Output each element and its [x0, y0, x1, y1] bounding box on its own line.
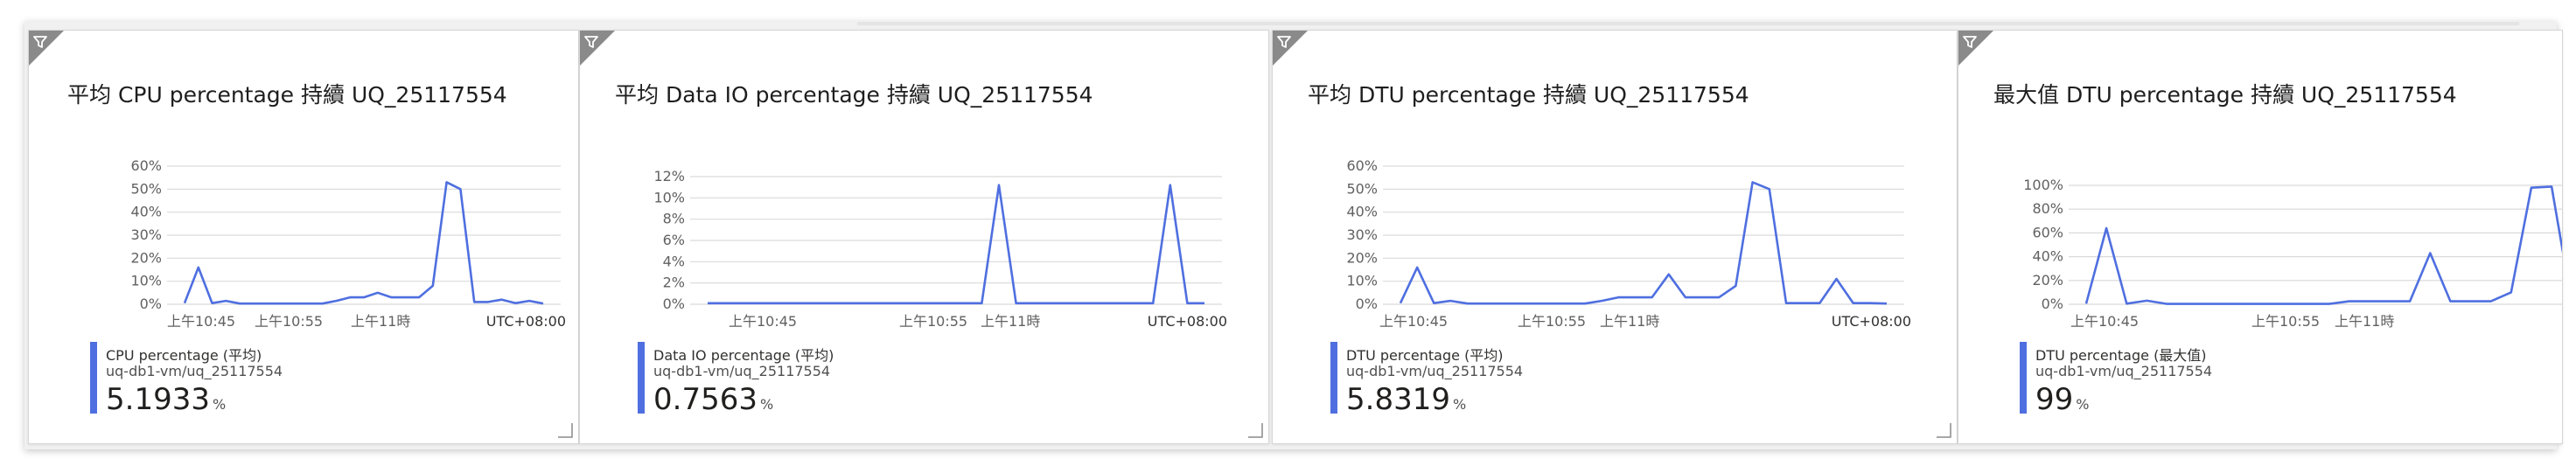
summary-unit: %: [2076, 396, 2090, 413]
y-tick-label: 30%: [1346, 226, 1378, 243]
x-tick-label: 上午10:55: [899, 313, 967, 330]
resize-grip-icon[interactable]: [1247, 422, 1263, 438]
y-tick-label: 40%: [1346, 204, 1378, 220]
legend-series-name: Data IO percentage (平均): [653, 347, 834, 364]
legend-summary-value: 5.1933%: [106, 382, 226, 417]
y-tick-label: 8%: [663, 211, 685, 227]
y-tick-label: 10%: [1346, 273, 1378, 289]
timezone-label: UTC+08:00: [1832, 313, 1911, 330]
chart-legend[interactable]: DTU percentage (最大值) uq-db1-vm/uq_2511755…: [2020, 342, 2545, 440]
y-tick-label: 0%: [663, 296, 685, 312]
legend-resource-name: uq-db1-vm/uq_25117554: [2035, 363, 2213, 379]
dashboard-top-divider: [857, 22, 2519, 25]
x-tick-label: 上午11時: [981, 313, 1040, 330]
legend-summary-value: 99%: [2035, 382, 2089, 417]
x-tick-label: 上午10:45: [2070, 313, 2139, 330]
legend-summary-value: 5.8319%: [1346, 382, 1466, 417]
y-tick-label: 2%: [663, 275, 685, 291]
series-line[interactable]: [183, 181, 544, 305]
legend-series-name: DTU percentage (平均): [1346, 347, 1504, 364]
y-tick-label: 20%: [130, 249, 162, 266]
summary-unit: %: [759, 396, 774, 413]
y-tick-label: 10%: [130, 273, 162, 289]
line-chart: 0% 20% 40% 60% 80% 100% 上午10:45 上午10:55 上午11時: [2023, 177, 2562, 330]
x-tick-label: 上午10:45: [167, 313, 235, 330]
chart-legend[interactable]: Data IO percentage (平均) uq-db1-vm/uq_2511…: [638, 342, 1251, 440]
timezone-label: UTC+08:00: [1148, 313, 1227, 330]
y-tick-label: 80%: [2032, 200, 2063, 217]
y-tick-label: 60%: [1346, 157, 1378, 174]
x-tick-label: 上午11時: [1600, 313, 1659, 330]
line-chart: 0% 2% 4% 6% 8% 10% 12% 上午10:45 上午10:55 上午11時 UTC+0…: [653, 168, 1227, 330]
legend-resource-name: uq-db1-vm/uq_25117554: [653, 363, 831, 379]
summary-number: 99: [2035, 382, 2074, 417]
series-line[interactable]: [1399, 181, 1888, 305]
x-tick-label: 上午11時: [2335, 313, 2394, 330]
summary-unit: %: [1452, 396, 1467, 413]
legend-series-name: CPU percentage (平均): [106, 347, 262, 364]
summary-number: 5.8319: [1346, 382, 1450, 417]
summary-number: 0.7563: [653, 382, 757, 417]
legend-resource-name: uq-db1-vm/uq_25117554: [106, 363, 283, 379]
y-tick-label: 0%: [1356, 296, 1378, 312]
chart-legend[interactable]: CPU percentage (平均) uq-db1-vm/uq_25117554…: [90, 342, 561, 440]
y-tick-label: 50%: [1346, 180, 1378, 197]
x-tick-label: 上午10:45: [729, 313, 797, 330]
y-tick-label: 30%: [130, 226, 162, 243]
y-tick-label: 0%: [140, 296, 162, 312]
y-tick-label: 20%: [1346, 249, 1378, 266]
legend-summary-value: 0.7563%: [653, 382, 773, 417]
legend-series-name: DTU percentage (最大值): [2035, 347, 2207, 364]
y-tick-label: 10%: [653, 189, 685, 205]
series-line[interactable]: [708, 184, 1204, 305]
y-tick-label: 100%: [2023, 177, 2063, 193]
chart-legend[interactable]: DTU percentage (平均) uq-db1-vm/uq_25117554…: [1330, 342, 1939, 440]
y-tick-label: 0%: [2042, 296, 2063, 312]
legend-color-swatch: [90, 342, 97, 414]
y-tick-label: 60%: [130, 157, 162, 174]
legend-color-swatch: [638, 342, 645, 414]
x-tick-label: 上午10:45: [1379, 313, 1448, 330]
x-tick-label: 上午10:55: [2251, 313, 2320, 330]
y-tick-label: 6%: [663, 232, 685, 248]
line-chart: 0% 10% 20% 30% 40% 50% 60% 上午10:45 上午10:55 上午11時 U…: [1346, 157, 1911, 330]
legend-resource-name: uq-db1-vm/uq_25117554: [1346, 363, 1524, 379]
x-tick-label: 上午11時: [351, 313, 410, 330]
resize-grip-icon[interactable]: [1936, 422, 1951, 438]
legend-color-swatch: [2020, 342, 2027, 414]
timezone-label: UTC+08:00: [486, 313, 566, 330]
summary-unit: %: [212, 396, 227, 413]
summary-number: 5.1933: [106, 382, 210, 417]
line-chart: 0% 10% 20% 30% 40% 50% 60% 上午10:45 上午10:55 上午11時 U…: [130, 157, 566, 330]
resize-grip-icon[interactable]: [557, 422, 573, 438]
x-tick-label: 上午10:55: [255, 313, 323, 330]
y-tick-label: 12%: [653, 168, 685, 184]
metric-tile[interactable]: 平均 Data IO percentage 持續 UQ_25117554 0% 2%…: [579, 30, 1269, 444]
metric-tile[interactable]: 最大值 DTU percentage 持續 UQ_25117554 0% 20% 40…: [1958, 30, 2563, 444]
y-tick-label: 40%: [130, 204, 162, 220]
y-tick-label: 20%: [2032, 272, 2063, 289]
metric-tile[interactable]: 平均 CPU percentage 持續 UQ_25117554 0% 10% 20%…: [28, 30, 579, 444]
y-tick-label: 40%: [2032, 248, 2063, 265]
y-tick-label: 50%: [130, 180, 162, 197]
legend-color-swatch: [1330, 342, 1337, 414]
series-line[interactable]: [2084, 185, 2562, 305]
y-tick-label: 60%: [2032, 224, 2063, 240]
x-tick-label: 上午10:55: [1518, 313, 1586, 330]
metric-tile[interactable]: 平均 DTU percentage 持續 UQ_25117554 0% 10% 20%…: [1272, 30, 1958, 444]
y-tick-label: 4%: [663, 253, 685, 269]
